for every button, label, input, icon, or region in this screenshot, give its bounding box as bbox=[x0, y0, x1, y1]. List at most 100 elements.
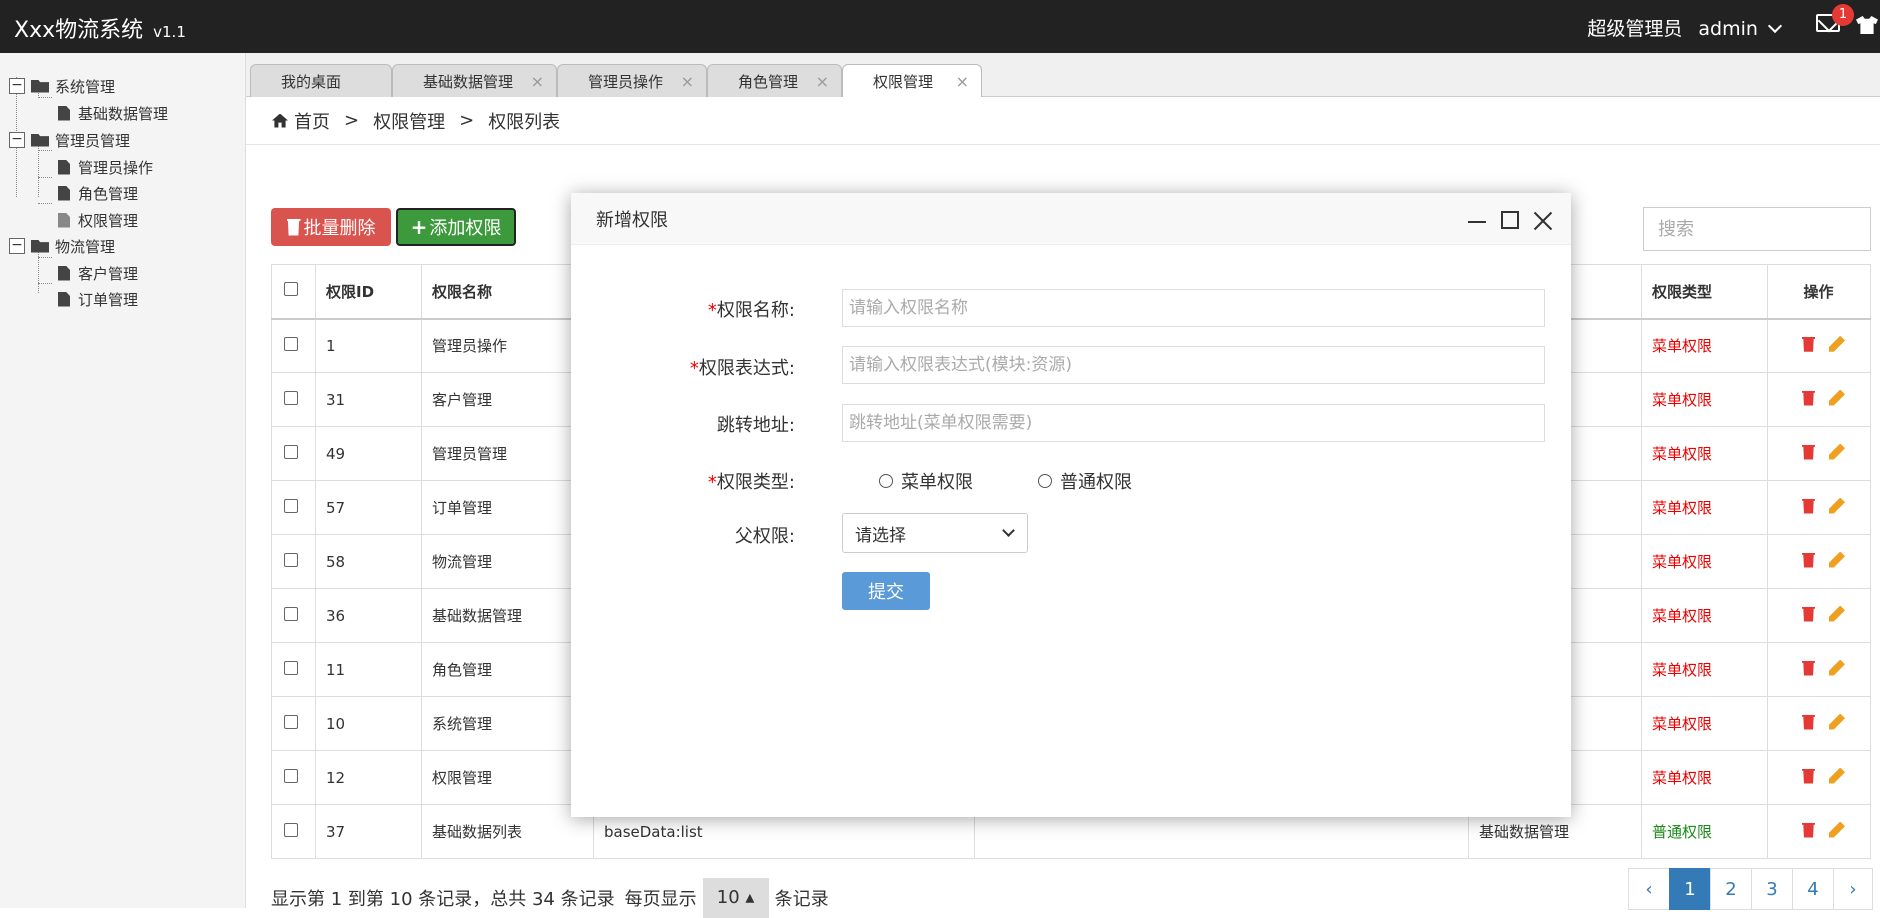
collapse-icon[interactable]: − bbox=[9, 238, 25, 254]
type-radio-menu[interactable]: 菜单权限 bbox=[879, 468, 973, 494]
maximize-icon[interactable] bbox=[1501, 211, 1519, 229]
row-checkbox[interactable] bbox=[284, 768, 298, 783]
edit-icon[interactable] bbox=[1829, 389, 1845, 406]
permission-expr-input[interactable] bbox=[842, 346, 1545, 384]
close-tab-icon[interactable]: × bbox=[956, 72, 969, 91]
edit-icon[interactable] bbox=[1829, 497, 1845, 514]
delete-icon[interactable] bbox=[1802, 822, 1815, 838]
row-checkbox[interactable] bbox=[284, 714, 298, 729]
parent-permission-select[interactable]: 请选择 bbox=[842, 513, 1028, 553]
tab-label: 角色管理 bbox=[738, 72, 799, 91]
tree-label: 管理员管理 bbox=[55, 131, 131, 150]
close-tab-icon[interactable]: × bbox=[681, 72, 694, 91]
edit-icon[interactable] bbox=[1829, 821, 1845, 838]
edit-icon[interactable] bbox=[1829, 713, 1845, 730]
page-3-button[interactable]: 3 bbox=[1751, 868, 1793, 910]
delete-icon[interactable] bbox=[1802, 714, 1815, 730]
page-1-button[interactable]: 1 bbox=[1669, 868, 1711, 910]
minimize-icon[interactable] bbox=[1468, 221, 1486, 223]
tree-node-admin[interactable]: − 管理员管理 bbox=[9, 128, 130, 152]
close-tab-icon[interactable]: × bbox=[816, 72, 829, 91]
row-checkbox[interactable] bbox=[284, 498, 298, 513]
tab-roles[interactable]: 角色管理 × bbox=[707, 64, 842, 97]
tree-label: 角色管理 bbox=[78, 184, 139, 203]
row-checkbox[interactable] bbox=[284, 390, 298, 405]
app-title: Xxx物流系统 bbox=[14, 18, 144, 43]
batch-delete-button[interactable]: 批量删除 bbox=[271, 208, 391, 246]
tab-label: 权限管理 bbox=[873, 72, 934, 91]
type-radio-normal[interactable]: 普通权限 bbox=[1038, 468, 1132, 494]
row-checkbox[interactable] bbox=[284, 336, 298, 351]
cell-actions bbox=[1767, 318, 1871, 373]
file-icon bbox=[58, 185, 70, 201]
page-prev-button[interactable]: ‹ bbox=[1628, 868, 1670, 910]
permission-name-input[interactable] bbox=[842, 289, 1545, 327]
tab-admin-ops[interactable]: 管理员操作 × bbox=[557, 64, 707, 97]
tab-base-data[interactable]: 基础数据管理 × bbox=[392, 64, 557, 97]
delete-icon[interactable] bbox=[1802, 660, 1815, 676]
breadcrumb-current: 权限列表 bbox=[488, 111, 561, 133]
page-size-select[interactable]: 10 ▴ bbox=[702, 878, 769, 918]
row-checkbox[interactable] bbox=[284, 660, 298, 675]
tree-label: 客户管理 bbox=[78, 264, 139, 283]
cell-id: 36 bbox=[315, 588, 422, 643]
select-all-checkbox[interactable] bbox=[284, 282, 298, 297]
edit-icon[interactable] bbox=[1829, 335, 1845, 352]
row-checkbox[interactable] bbox=[284, 822, 298, 837]
pagination-info: 显示第 1 到第 10 条记录，总共 34 条记录 每页显示 10 ▴ 条记录 bbox=[271, 878, 829, 918]
tree-node-logistics[interactable]: − 物流管理 bbox=[9, 234, 115, 258]
page-2-button[interactable]: 2 bbox=[1710, 868, 1752, 910]
breadcrumb-home[interactable]: 首页 bbox=[294, 108, 330, 134]
delete-icon[interactable] bbox=[1802, 606, 1815, 622]
delete-icon[interactable] bbox=[1802, 552, 1815, 568]
submit-button[interactable]: 提交 bbox=[842, 572, 930, 610]
theme-icon[interactable] bbox=[1856, 16, 1878, 34]
page-4-button[interactable]: 4 bbox=[1792, 868, 1834, 910]
row-checkbox[interactable] bbox=[284, 444, 298, 459]
row-select-cell bbox=[271, 588, 316, 643]
close-tab-icon[interactable]: × bbox=[531, 72, 544, 91]
app-logo[interactable]: Xxx物流系统 v1.1 bbox=[14, 12, 186, 44]
row-checkbox[interactable] bbox=[284, 606, 298, 621]
edit-icon[interactable] bbox=[1829, 767, 1845, 784]
tab-desktop[interactable]: 我的桌面 bbox=[250, 64, 392, 97]
add-permission-button[interactable]: + 添加权限 bbox=[396, 208, 516, 246]
cell-name: 订单管理 bbox=[421, 480, 594, 535]
tree-node-base-data[interactable]: 基础数据管理 bbox=[58, 101, 168, 125]
edit-icon[interactable] bbox=[1829, 551, 1845, 568]
tree-node-roles[interactable]: 角色管理 bbox=[58, 181, 138, 205]
delete-icon[interactable] bbox=[1802, 336, 1815, 352]
sidebar-tree: − 系统管理 基础数据管理 − 管理员管理 管理员操作 角色管理 权限管理 − … bbox=[0, 53, 246, 908]
tab-permissions[interactable]: 权限管理 × bbox=[842, 64, 982, 97]
collapse-icon[interactable]: − bbox=[9, 78, 25, 94]
trash-icon bbox=[286, 218, 301, 236]
delete-icon[interactable] bbox=[1802, 498, 1815, 514]
page-next-button[interactable]: › bbox=[1833, 868, 1873, 910]
breadcrumb-section[interactable]: 权限管理 bbox=[373, 108, 445, 134]
tree-node-admin-ops[interactable]: 管理员操作 bbox=[58, 155, 153, 179]
batch-delete-label: 批量删除 bbox=[303, 218, 376, 239]
redirect-url-input[interactable] bbox=[842, 404, 1545, 442]
dialog-header: 新增权限 bbox=[571, 193, 1571, 245]
collapse-icon[interactable]: − bbox=[9, 132, 25, 148]
tree-label: 基础数据管理 bbox=[78, 104, 169, 123]
edit-icon[interactable] bbox=[1829, 659, 1845, 676]
expr-label: *权限表达式: bbox=[690, 354, 795, 380]
tree-node-customers[interactable]: 客户管理 bbox=[58, 261, 138, 285]
delete-icon[interactable] bbox=[1802, 444, 1815, 460]
delete-icon[interactable] bbox=[1802, 768, 1815, 784]
user-menu[interactable]: 超级管理员 admin bbox=[1587, 14, 1783, 41]
delete-icon[interactable] bbox=[1802, 390, 1815, 406]
tab-label: 基础数据管理 bbox=[423, 72, 514, 91]
cell-id: 31 bbox=[315, 372, 422, 427]
edit-icon[interactable] bbox=[1829, 443, 1845, 460]
close-icon[interactable] bbox=[1533, 211, 1553, 231]
search-input[interactable] bbox=[1643, 207, 1871, 251]
tree-node-orders[interactable]: 订单管理 bbox=[58, 287, 138, 311]
cell-name: 系统管理 bbox=[421, 696, 594, 751]
tree-node-permissions[interactable]: 权限管理 bbox=[58, 208, 138, 232]
row-checkbox[interactable] bbox=[284, 552, 298, 567]
user-name: admin bbox=[1698, 18, 1758, 40]
tree-node-system[interactable]: − 系统管理 bbox=[9, 74, 115, 98]
edit-icon[interactable] bbox=[1829, 605, 1845, 622]
